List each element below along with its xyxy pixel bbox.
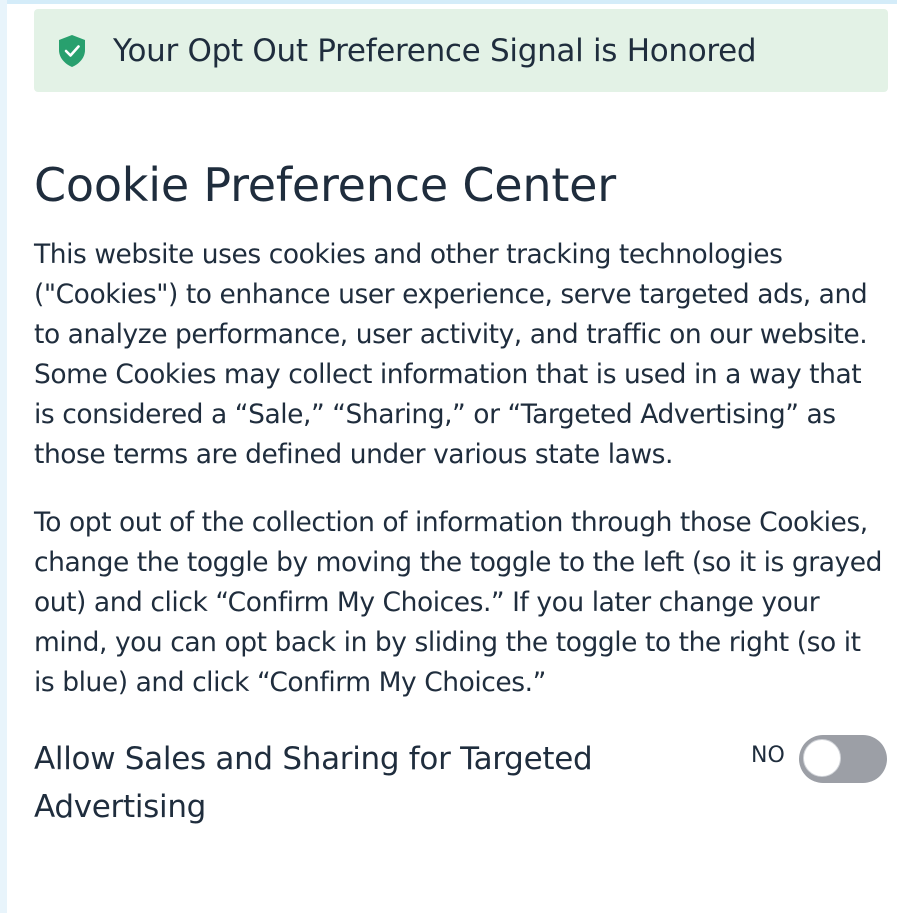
toggle-label: Allow Sales and Sharing for Targeted Adv… — [34, 741, 593, 825]
window-left-border — [0, 0, 7, 913]
shield-check-icon — [56, 33, 88, 69]
page-title: Cookie Preference Center — [34, 158, 616, 212]
targeted-advertising-toggle-row: Allow Sales and Sharing for Targeted Adv… — [34, 735, 888, 835]
description-paragraph-2: To opt out of the collection of informat… — [34, 507, 882, 698]
toggle-state-label: NO — [751, 743, 785, 768]
preference-center-panel: Your Opt Out Preference Signal is Honore… — [34, 9, 888, 835]
window-top-border — [0, 0, 897, 4]
opt-out-signal-banner: Your Opt Out Preference Signal is Honore… — [34, 9, 888, 92]
description-paragraph-1: This website uses cookies and other trac… — [34, 239, 868, 470]
targeted-advertising-toggle[interactable] — [799, 735, 887, 783]
banner-text: Your Opt Out Preference Signal is Honore… — [113, 32, 757, 69]
toggle-knob[interactable] — [803, 739, 841, 777]
